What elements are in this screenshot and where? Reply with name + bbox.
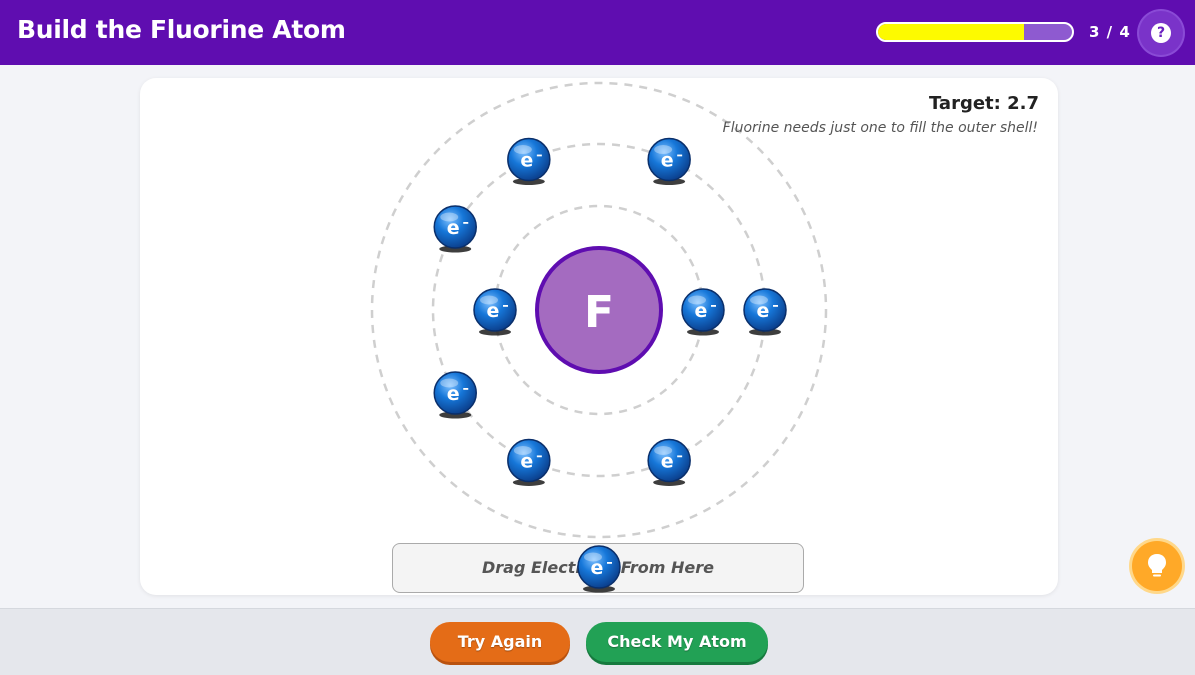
atom-diagram: Fe e e e e e e e e bbox=[370, 81, 828, 539]
svg-text:e: e bbox=[695, 300, 708, 322]
electron-shell-1-1[interactable]: e bbox=[681, 288, 725, 336]
electron-shell-1-2[interactable]: e bbox=[473, 288, 517, 336]
electron-shell-2-3[interactable]: e bbox=[433, 205, 477, 253]
atom-builder-card: Fe e e e e e e e e Target: 2.7 Fluorine needs ju… bbox=[140, 78, 1058, 595]
try-again-button[interactable]: Try Again bbox=[430, 622, 570, 662]
svg-text:e: e bbox=[447, 383, 460, 405]
electron-shell-2-2[interactable]: e bbox=[647, 137, 691, 186]
target-configuration: Target: 2.7 bbox=[928, 93, 1039, 114]
electron-shell-2-4[interactable]: e bbox=[743, 288, 787, 336]
tray-electron-icon[interactable]: e bbox=[576, 544, 622, 594]
hint-button[interactable] bbox=[1132, 541, 1182, 591]
svg-text:e: e bbox=[487, 300, 500, 322]
bottom-toolbar: Try Again Check My Atom bbox=[0, 608, 1195, 675]
svg-text:e: e bbox=[661, 450, 674, 472]
page-title: Build the Fluorine Atom bbox=[17, 15, 346, 44]
electron-shell-2-1[interactable]: e bbox=[507, 137, 551, 186]
electron-shell-2-6[interactable]: e bbox=[647, 438, 691, 486]
question-mark-icon: ? bbox=[1151, 23, 1171, 43]
help-button[interactable]: ? bbox=[1139, 11, 1183, 55]
svg-text:e: e bbox=[661, 150, 674, 172]
electron-shell-2-5[interactable]: e bbox=[433, 371, 477, 419]
svg-text:e: e bbox=[520, 450, 533, 472]
check-atom-button[interactable]: Check My Atom bbox=[586, 622, 768, 662]
electron-shell-2-7[interactable]: e bbox=[507, 438, 551, 486]
svg-text:e: e bbox=[520, 150, 533, 172]
svg-text:e: e bbox=[447, 217, 460, 239]
progress-fill bbox=[878, 24, 1024, 40]
header-bar: Build the Fluorine Atom 3 / 4 ? bbox=[0, 0, 1195, 65]
hint-text: Fluorine needs just one to fill the oute… bbox=[722, 120, 1038, 136]
element-symbol: F bbox=[584, 287, 614, 338]
svg-text:e: e bbox=[591, 557, 604, 579]
svg-text:e: e bbox=[757, 300, 770, 322]
progress-bar bbox=[876, 22, 1074, 42]
progress-counter: 3 / 4 bbox=[1089, 23, 1131, 41]
lightbulb-icon bbox=[1148, 554, 1166, 577]
